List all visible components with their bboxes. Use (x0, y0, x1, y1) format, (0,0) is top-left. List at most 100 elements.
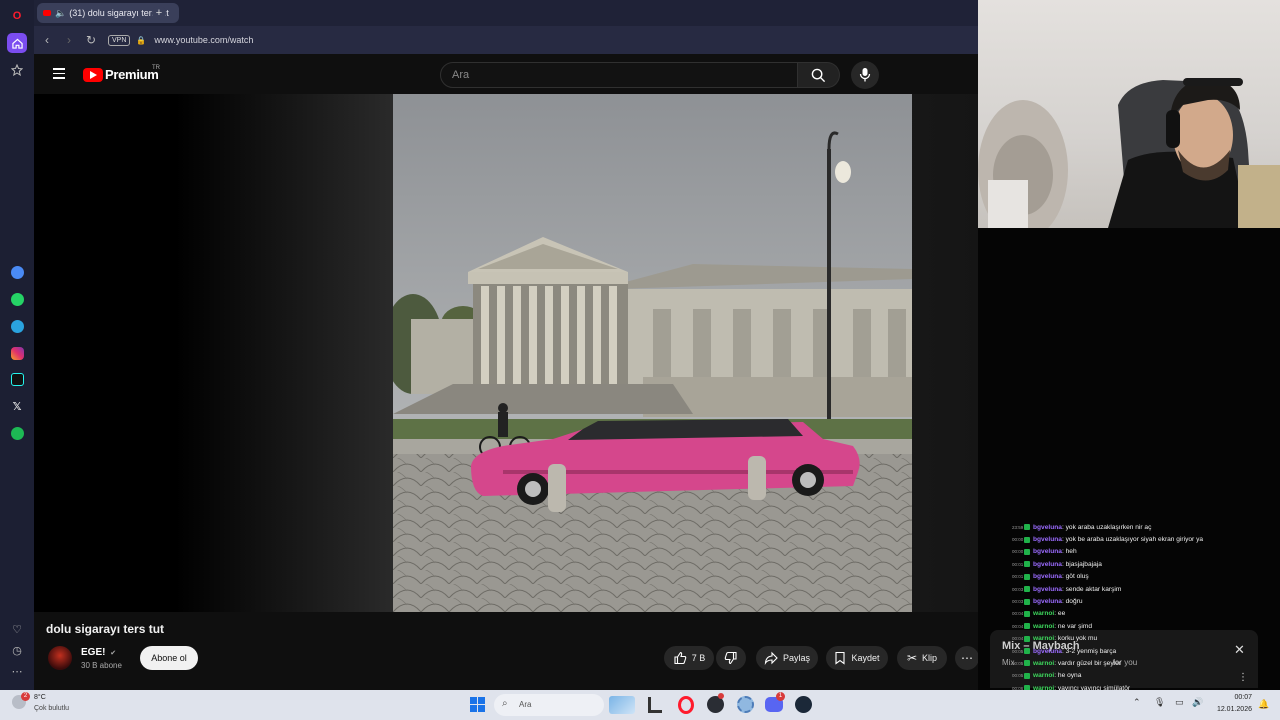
whatsapp-icon[interactable] (7, 289, 27, 309)
url-field[interactable]: www.youtube.com/watch (154, 35, 253, 45)
chat-text: : he oyna (1054, 672, 1082, 680)
search-icon: ⌕ (502, 698, 508, 709)
chat-text: : ee (1054, 610, 1066, 618)
search-input[interactable]: Ara (440, 62, 798, 88)
chat-text: : heh (1061, 548, 1077, 556)
chat-badge-icon (1024, 586, 1030, 593)
windows-start-icon[interactable] (470, 697, 486, 713)
tiktok-icon[interactable] (7, 369, 27, 389)
share-button[interactable]: Paylaş (756, 646, 818, 670)
vpn-badge[interactable]: VPN (108, 34, 131, 46)
taskbar-search[interactable]: ⌕ Ara (494, 694, 604, 716)
discord-badge: 1 (776, 692, 785, 701)
youtube-logo-text[interactable]: Premium (105, 67, 159, 82)
youtube-logo-icon[interactable] (83, 68, 103, 82)
chat-username[interactable]: bgveluna (1033, 561, 1062, 568)
chat-username[interactable]: warnoi (1033, 623, 1054, 630)
chat-text: : göt oluş (1061, 573, 1089, 581)
chat-text: : doğru (1061, 598, 1083, 606)
lock-icon[interactable]: 🔒 (136, 36, 146, 45)
chat-username[interactable]: bgveluna (1033, 598, 1062, 605)
chat-badge-icon (1024, 635, 1030, 642)
region-code: TR (152, 65, 160, 71)
weather-badge: 2 (21, 692, 30, 701)
chat-time: 00:00 (1012, 549, 1024, 555)
instagram-icon[interactable] (7, 343, 27, 363)
mic-button[interactable] (851, 61, 879, 89)
chat-time: 00:04 (1012, 611, 1024, 617)
webcam-overlay (978, 0, 1280, 228)
chat-username[interactable]: bgveluna (1033, 586, 1062, 593)
heart-icon[interactable]: ♡ (7, 619, 27, 639)
chat-username[interactable]: warnoi (1033, 635, 1054, 642)
like-count: 7 B (691, 653, 706, 663)
chat-username[interactable]: bgveluna (1033, 524, 1062, 531)
chat-text: : sende aktar karşim (1061, 585, 1122, 593)
x-icon[interactable]: 𝕏 (7, 396, 27, 416)
chat-message: 23:59 bgveluna: yok araba uzaklaşırken ni… (1012, 521, 1252, 533)
mic-tray-icon[interactable]: 🎙 (1154, 697, 1165, 708)
chat-username[interactable]: bgveluna (1033, 548, 1062, 555)
bookmarks-icon[interactable] (7, 60, 27, 80)
subscribe-button[interactable]: Abone ol (140, 646, 198, 670)
chat-message: 00:05 bgveluna: 3-2 yenmiş barça (1012, 645, 1252, 657)
history-icon[interactable]: ◷ (7, 640, 27, 660)
chat-username[interactable]: warnoi (1033, 660, 1054, 667)
spotify-icon[interactable] (7, 423, 27, 443)
tray-chevron-icon[interactable]: ⌃ (1133, 697, 1141, 708)
telegram-icon[interactable] (7, 316, 27, 336)
chat-username[interactable]: bgveluna (1033, 573, 1062, 580)
video-player[interactable] (393, 94, 912, 612)
volume-icon[interactable]: 🔊 (1192, 697, 1203, 708)
more-actions-button[interactable]: ⋯ (955, 646, 979, 670)
search-button[interactable] (798, 62, 840, 88)
opera-logo-icon[interactable]: O (7, 6, 27, 26)
youtube-header: Premium TR Ara (34, 54, 978, 94)
chat-time: 00:04 (1012, 623, 1024, 629)
weather-temp[interactable]: 8°C (34, 694, 46, 701)
search-icon (811, 68, 826, 83)
chat-badge-icon (1024, 561, 1030, 568)
chat-username[interactable]: warnoi (1033, 672, 1054, 679)
network-icon[interactable]: ▭ (1175, 697, 1184, 708)
clock-date[interactable]: 12.01.2026 (1204, 706, 1252, 713)
settings-gear-icon[interactable] (737, 696, 754, 713)
chat-time: 00:04 (1012, 636, 1024, 642)
chat-badge-icon (1024, 598, 1030, 605)
opera-taskbar-icon[interactable] (678, 696, 694, 714)
opera-sidebar: O 𝕏 ♡ ◷ ⋯ (0, 0, 34, 690)
new-tab-button[interactable]: + (152, 6, 166, 20)
share-label: Paylaş (782, 653, 810, 663)
more-icon[interactable]: ⋯ (7, 661, 27, 681)
channel-name[interactable]: EGE! ✔ (81, 647, 116, 658)
steam-icon[interactable] (795, 696, 812, 713)
file-explorer-icon[interactable] (648, 697, 662, 713)
chat-text: : korku yok mu (1054, 635, 1098, 643)
chat-message: 00:05 warnoi: he oyna (1012, 670, 1252, 682)
clip-button[interactable]: ✂ Klip (897, 646, 947, 670)
notification-icon[interactable]: 🔔 (1258, 699, 1269, 710)
messenger-icon[interactable] (7, 262, 27, 282)
channel-avatar[interactable] (48, 646, 72, 670)
channel-name-text: EGE! (81, 647, 106, 658)
chat-message: 00:05 warnoi: vardır güzel bir şeyler (1012, 657, 1252, 669)
home-icon[interactable] (7, 33, 27, 53)
forward-icon[interactable]: › (58, 33, 80, 47)
reload-icon[interactable]: ↻ (80, 33, 102, 47)
like-button[interactable]: 7 B (664, 646, 714, 670)
chat-username[interactable]: bgveluna (1033, 536, 1062, 543)
clip-label: Klip (922, 653, 938, 663)
weather-desc[interactable]: Çok bulutlu (34, 705, 69, 712)
menu-icon[interactable] (53, 68, 65, 79)
back-icon[interactable]: ‹ (36, 33, 58, 47)
save-button[interactable]: Kaydet (826, 646, 888, 670)
dislike-button[interactable] (716, 646, 746, 670)
thumbs-up-icon (674, 651, 686, 665)
chat-time: 00:05 (1012, 660, 1024, 666)
clock-time[interactable]: 00:07 (1212, 694, 1252, 701)
widget-icon[interactable] (609, 696, 635, 714)
chat-username[interactable]: warnoi (1033, 610, 1054, 617)
chat-time: 00:05 (1012, 673, 1024, 679)
video-title: dolu sigarayı ters tut (46, 622, 165, 636)
chat-username[interactable]: bgveluna (1033, 648, 1062, 655)
